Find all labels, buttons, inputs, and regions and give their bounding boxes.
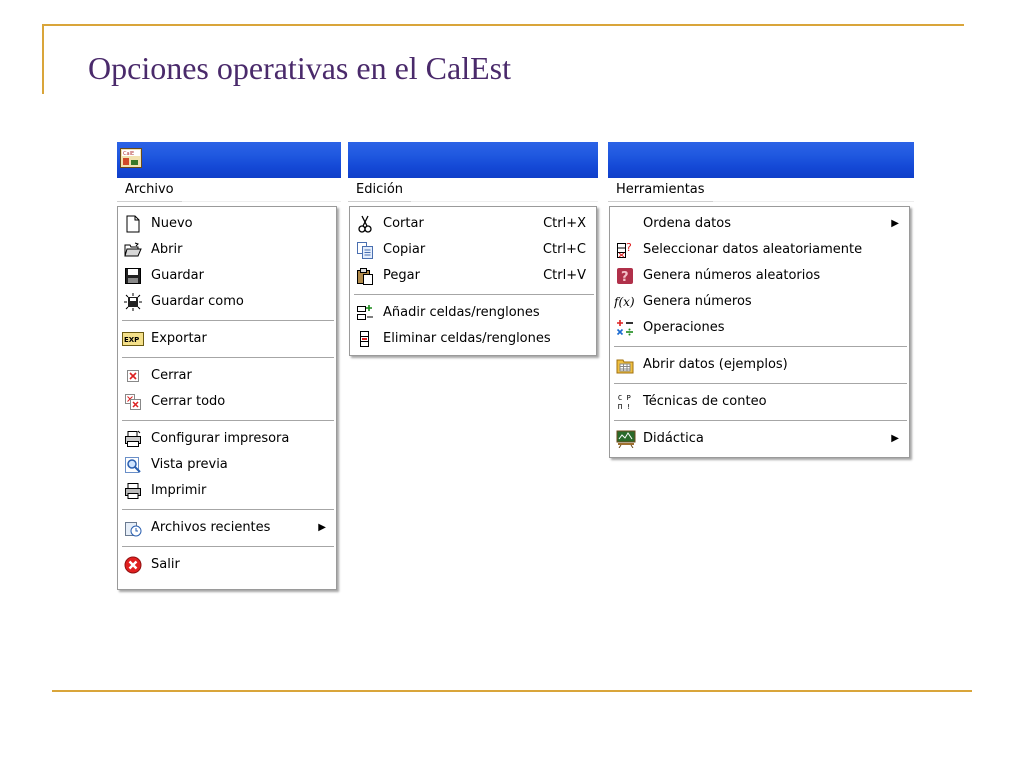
menu-item-abrir[interactable]: Abrir <box>118 237 336 263</box>
close-all-icon <box>125 394 141 410</box>
menu-item-tecnicas-conteo[interactable]: C PΠ ! Técnicas de conteo <box>610 389 909 415</box>
svg-text:?: ? <box>626 241 632 254</box>
menu-item-genera-aleatorios[interactable]: ? Genera números aleatorios <box>610 263 909 289</box>
menu-separator <box>122 357 334 358</box>
menu-separator <box>122 509 334 510</box>
menu-item-eliminar-celdas[interactable]: Eliminar celdas/renglones <box>350 326 596 352</box>
menubar: Edición <box>348 178 598 202</box>
operations-icon <box>616 320 633 336</box>
copy-icon <box>357 242 373 259</box>
didactic-icon <box>616 430 636 448</box>
menu-separator <box>614 420 907 421</box>
printer-icon <box>125 483 141 499</box>
archivo-window: CalE Archivo <box>117 142 341 202</box>
menu-item-nuevo[interactable]: Nuevo <box>118 211 336 237</box>
random-select-icon: ? <box>617 241 632 258</box>
exit-icon <box>124 556 142 574</box>
svg-text:f(x): f(x) <box>614 295 635 309</box>
menu-archivo[interactable]: Archivo <box>117 178 182 202</box>
menubar: Herramientas <box>608 178 914 202</box>
submenu-arrow-icon: ▶ <box>891 218 899 229</box>
menu-item-configurar-impresora[interactable]: Configurar impresora <box>118 426 336 452</box>
slide-title: Opciones operativas en el CalEst <box>88 50 511 86</box>
menu-item-archivos-recientes[interactable]: Archivos recientes ▶ <box>118 515 336 541</box>
menu-herramientas[interactable]: Herramientas <box>608 178 713 202</box>
menu-item-didactica[interactable]: Didáctica ▶ <box>610 426 909 452</box>
menu-item-copiar[interactable]: Copiar Ctrl+C <box>350 237 596 263</box>
archivo-dropdown: Nuevo Abrir Guardar Guardar como EXP Exp… <box>117 206 337 590</box>
menu-item-exportar[interactable]: EXP Exportar <box>118 326 336 352</box>
herramientas-dropdown: Ordena datos ▶ ? Seleccionar datos aleat… <box>609 206 910 458</box>
top-frame-line <box>42 24 964 26</box>
menu-edicion[interactable]: Edición <box>348 178 412 202</box>
menu-item-cerrar[interactable]: Cerrar <box>118 363 336 389</box>
menu-item-genera-numeros[interactable]: f(x) Genera números <box>610 289 909 315</box>
scissors-icon <box>358 215 372 233</box>
svg-text:CalE: CalE <box>123 151 134 157</box>
function-icon: f(x) <box>614 295 635 309</box>
random-numbers-icon: ? <box>617 268 633 285</box>
open-folder-icon <box>124 242 142 257</box>
window-titlebar: CalE <box>117 142 341 178</box>
delete-cells-icon <box>360 331 369 347</box>
menu-item-salir[interactable]: Salir <box>118 552 336 578</box>
close-icon <box>127 370 139 382</box>
svg-text:C P: C P <box>618 393 631 402</box>
new-document-icon <box>126 215 140 233</box>
svg-text:EXP: EXP <box>124 336 139 344</box>
printer-setup-icon <box>125 430 141 447</box>
menu-item-operaciones[interactable]: Operaciones <box>610 315 909 341</box>
add-cells-icon <box>357 305 373 320</box>
calest-app-icon[interactable]: CalE <box>120 148 142 168</box>
open-data-icon <box>616 359 634 374</box>
menu-item-pegar[interactable]: Pegar Ctrl+V <box>350 263 596 289</box>
save-floppy-icon <box>125 268 141 284</box>
menu-separator <box>122 420 334 421</box>
svg-text:Π !: Π ! <box>618 402 631 411</box>
edicion-window: Edición <box>348 142 598 202</box>
menu-item-imprimir[interactable]: Imprimir <box>118 478 336 504</box>
menu-item-abrir-datos[interactable]: Abrir datos (ejemplos) <box>610 352 909 378</box>
export-icon: EXP <box>122 332 144 346</box>
bottom-frame-line <box>52 690 972 692</box>
print-preview-icon <box>125 457 141 473</box>
menu-separator <box>614 383 907 384</box>
save-as-icon <box>124 293 142 311</box>
recent-files-icon <box>125 522 142 537</box>
submenu-arrow-icon: ▶ <box>318 522 326 533</box>
herramientas-window: Herramientas <box>608 142 914 202</box>
menu-separator <box>122 320 334 321</box>
window-titlebar <box>608 142 914 178</box>
window-titlebar <box>348 142 598 178</box>
menu-item-ordena-datos[interactable]: Ordena datos ▶ <box>610 211 909 237</box>
menu-separator <box>354 294 594 295</box>
menu-item-anadir-celdas[interactable]: Añadir celdas/renglones <box>350 300 596 326</box>
menu-separator <box>614 346 907 347</box>
menu-item-seleccionar-aleatorio[interactable]: ? Seleccionar datos aleatoriamente <box>610 237 909 263</box>
menubar: Archivo <box>117 178 341 202</box>
menu-item-cortar[interactable]: Cortar Ctrl+X <box>350 211 596 237</box>
menu-item-cerrar-todo[interactable]: Cerrar todo <box>118 389 336 415</box>
paste-icon <box>357 268 373 285</box>
edicion-dropdown: Cortar Ctrl+X Copiar Ctrl+C Pegar Ctrl+V… <box>349 206 597 356</box>
counting-icon: C PΠ ! <box>618 393 631 411</box>
left-frame-line <box>42 24 44 94</box>
menu-item-guardar-como[interactable]: Guardar como <box>118 289 336 315</box>
submenu-arrow-icon: ▶ <box>891 433 899 444</box>
svg-text:?: ? <box>621 270 629 285</box>
menu-item-vista-previa[interactable]: Vista previa <box>118 452 336 478</box>
menu-separator <box>122 546 334 547</box>
menu-item-guardar[interactable]: Guardar <box>118 263 336 289</box>
